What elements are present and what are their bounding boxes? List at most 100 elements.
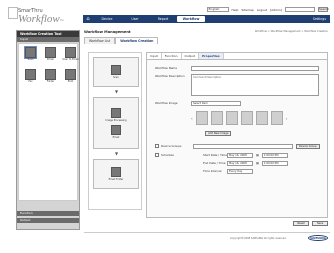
form-actions: Reset Save: [293, 221, 328, 226]
calendar-icon[interactable]: ▦: [256, 161, 259, 165]
panel-section-input[interactable]: Input: [17, 37, 79, 42]
tab-output[interactable]: Output: [182, 53, 199, 59]
printer-icon: [65, 69, 76, 80]
step-label: Email Folder: [108, 178, 124, 181]
tab-workflow-creation[interactable]: Workflow Creation: [115, 37, 159, 44]
nav-device[interactable]: Device: [93, 17, 121, 21]
logo-big-text: Workflow™: [18, 13, 64, 25]
description-label: Workflow Description: [155, 74, 185, 78]
tab-properties[interactable]: Properties: [198, 53, 224, 59]
email-icon: [111, 124, 121, 135]
nav-user[interactable]: User: [121, 17, 149, 21]
save-button[interactable]: Save: [312, 221, 328, 226]
end-date-label: End Date / Time: [203, 161, 226, 165]
tab-function[interactable]: Function: [162, 53, 182, 59]
device-groups-row: Device Groups Device Group: [155, 144, 320, 149]
copyright-text: Copyright©2008 SAMSUNG All rights reserv…: [230, 237, 287, 240]
nav-workflow[interactable]: Workflow: [177, 16, 205, 22]
end-date-input[interactable]: May 16, 2008: [227, 161, 253, 166]
nav-report[interactable]: Report: [149, 17, 177, 21]
properties-panel: Input Function Output Properties Workflo…: [146, 52, 328, 218]
tool-fax[interactable]: Fax: [22, 69, 39, 89]
add-image-row: Add New Image: [205, 131, 232, 136]
home-icon[interactable]: ⌂: [83, 15, 93, 23]
time-interval-label: Time Interval: [203, 169, 222, 173]
language-select[interactable]: English: [206, 7, 229, 12]
reset-button[interactable]: Reset: [293, 221, 309, 226]
scanner-icon: [24, 46, 37, 59]
device-groups-input[interactable]: [193, 144, 293, 149]
tool-scan[interactable]: Scan: [22, 46, 39, 67]
add-new-image-button[interactable]: Add New Image: [205, 131, 232, 136]
breadcrumb: Workflow > Workflow Management > Workflo…: [254, 30, 328, 33]
tool-label: Folder: [46, 80, 55, 83]
workflow-image-label: Workflow Image: [155, 101, 178, 105]
logout-link[interactable]: Logout: [257, 8, 267, 12]
footer-divider: [84, 232, 330, 233]
device-groups-label: Device Groups: [161, 144, 182, 148]
tool-print[interactable]: Print: [62, 69, 79, 89]
calendar-icon[interactable]: ▦: [256, 153, 259, 157]
image-strip: ‹ ›: [191, 111, 287, 125]
device-group-button[interactable]: Device Group: [296, 144, 320, 149]
tool-folder[interactable]: Folder: [42, 69, 59, 89]
search-input[interactable]: [285, 7, 315, 12]
email-icon: [45, 47, 56, 58]
description-row: Workflow Description Comment Description: [155, 74, 319, 96]
image-thumb[interactable]: [240, 111, 253, 125]
main-nav: ⌂ Device User Report Workflow Settings: [83, 15, 330, 23]
image-thumb[interactable]: [270, 111, 283, 125]
image-thumb[interactable]: [210, 111, 223, 125]
step-label: Scan: [113, 76, 119, 79]
app-logo: SmarThru Workflow™: [6, 5, 76, 27]
search-button[interactable]: Search: [318, 7, 329, 12]
chevron-right-icon[interactable]: ›: [286, 116, 288, 121]
tool-email[interactable]: Email: [42, 47, 59, 67]
help-link[interactable]: Help: [232, 8, 239, 12]
tab-input[interactable]: Input: [147, 53, 162, 59]
panel-section-function[interactable]: Function: [17, 211, 79, 216]
schedule-label: Schedule: [161, 153, 174, 157]
workflow-image-row: Workflow Image Select Item: [155, 101, 241, 106]
tool-label: Scan: [27, 58, 34, 61]
end-time-input[interactable]: 1:00:00 PM: [261, 161, 288, 166]
image-processing-icon: [111, 107, 121, 118]
workflow-name-label: Workflow Name: [155, 66, 177, 70]
page-title: Workflow Management: [84, 30, 131, 34]
workflow-tool-panel: Workflow Creation Tool Input Scan Email …: [16, 30, 80, 230]
time-interval-select[interactable]: Every Day: [227, 169, 253, 174]
workflow-canvas[interactable]: Scan ▼ Image Processing Email ▼ Email Fo…: [88, 52, 142, 210]
logo-mark: [8, 7, 18, 19]
image-carousel: ‹ ›: [191, 111, 287, 125]
description-textarea[interactable]: Comment Description: [191, 74, 319, 96]
tab-workflow-list[interactable]: Workflow List: [84, 37, 116, 44]
interval-row: Time Interval Every Day: [203, 169, 253, 174]
workflow-name-input[interactable]: [191, 66, 319, 71]
image-thumb[interactable]: [195, 111, 208, 125]
properties-tabs: Input Function Output Properties: [147, 53, 327, 60]
device-groups-checkbox[interactable]: [155, 144, 159, 148]
tool-label: Fax: [28, 80, 33, 83]
schedule-row: Schedule: [155, 153, 193, 157]
step-label: Email: [112, 135, 120, 139]
image-thumb[interactable]: [225, 111, 238, 125]
schedule-checkbox[interactable]: [155, 153, 159, 157]
start-time-input[interactable]: 1:00:00 PM: [261, 153, 288, 158]
nav-settings[interactable]: Settings: [313, 17, 326, 21]
image-select[interactable]: Select Item: [191, 101, 241, 106]
tool-label: Scan To Email: [62, 58, 79, 61]
workflow-name-row: Workflow Name: [155, 66, 319, 71]
scanner-icon: [111, 65, 121, 75]
chevron-left-icon[interactable]: ‹: [191, 116, 193, 121]
tool-scan-to-email[interactable]: Scan To Email: [62, 47, 79, 67]
workflow-step-function[interactable]: Image Processing Email: [93, 97, 139, 149]
workflow-step-scan[interactable]: Scan: [93, 57, 139, 87]
start-date-label: Start Date / Time: [203, 153, 227, 157]
image-thumb[interactable]: [255, 111, 268, 125]
arrow-down-icon: ▼: [115, 151, 119, 156]
sitemap-link[interactable]: Sitemap: [241, 8, 253, 12]
fax-icon: [25, 69, 36, 80]
workflow-step-output[interactable]: Email Folder: [93, 159, 139, 189]
start-date-input[interactable]: May 16, 2008: [227, 153, 253, 158]
panel-section-output[interactable]: Output: [17, 218, 79, 223]
